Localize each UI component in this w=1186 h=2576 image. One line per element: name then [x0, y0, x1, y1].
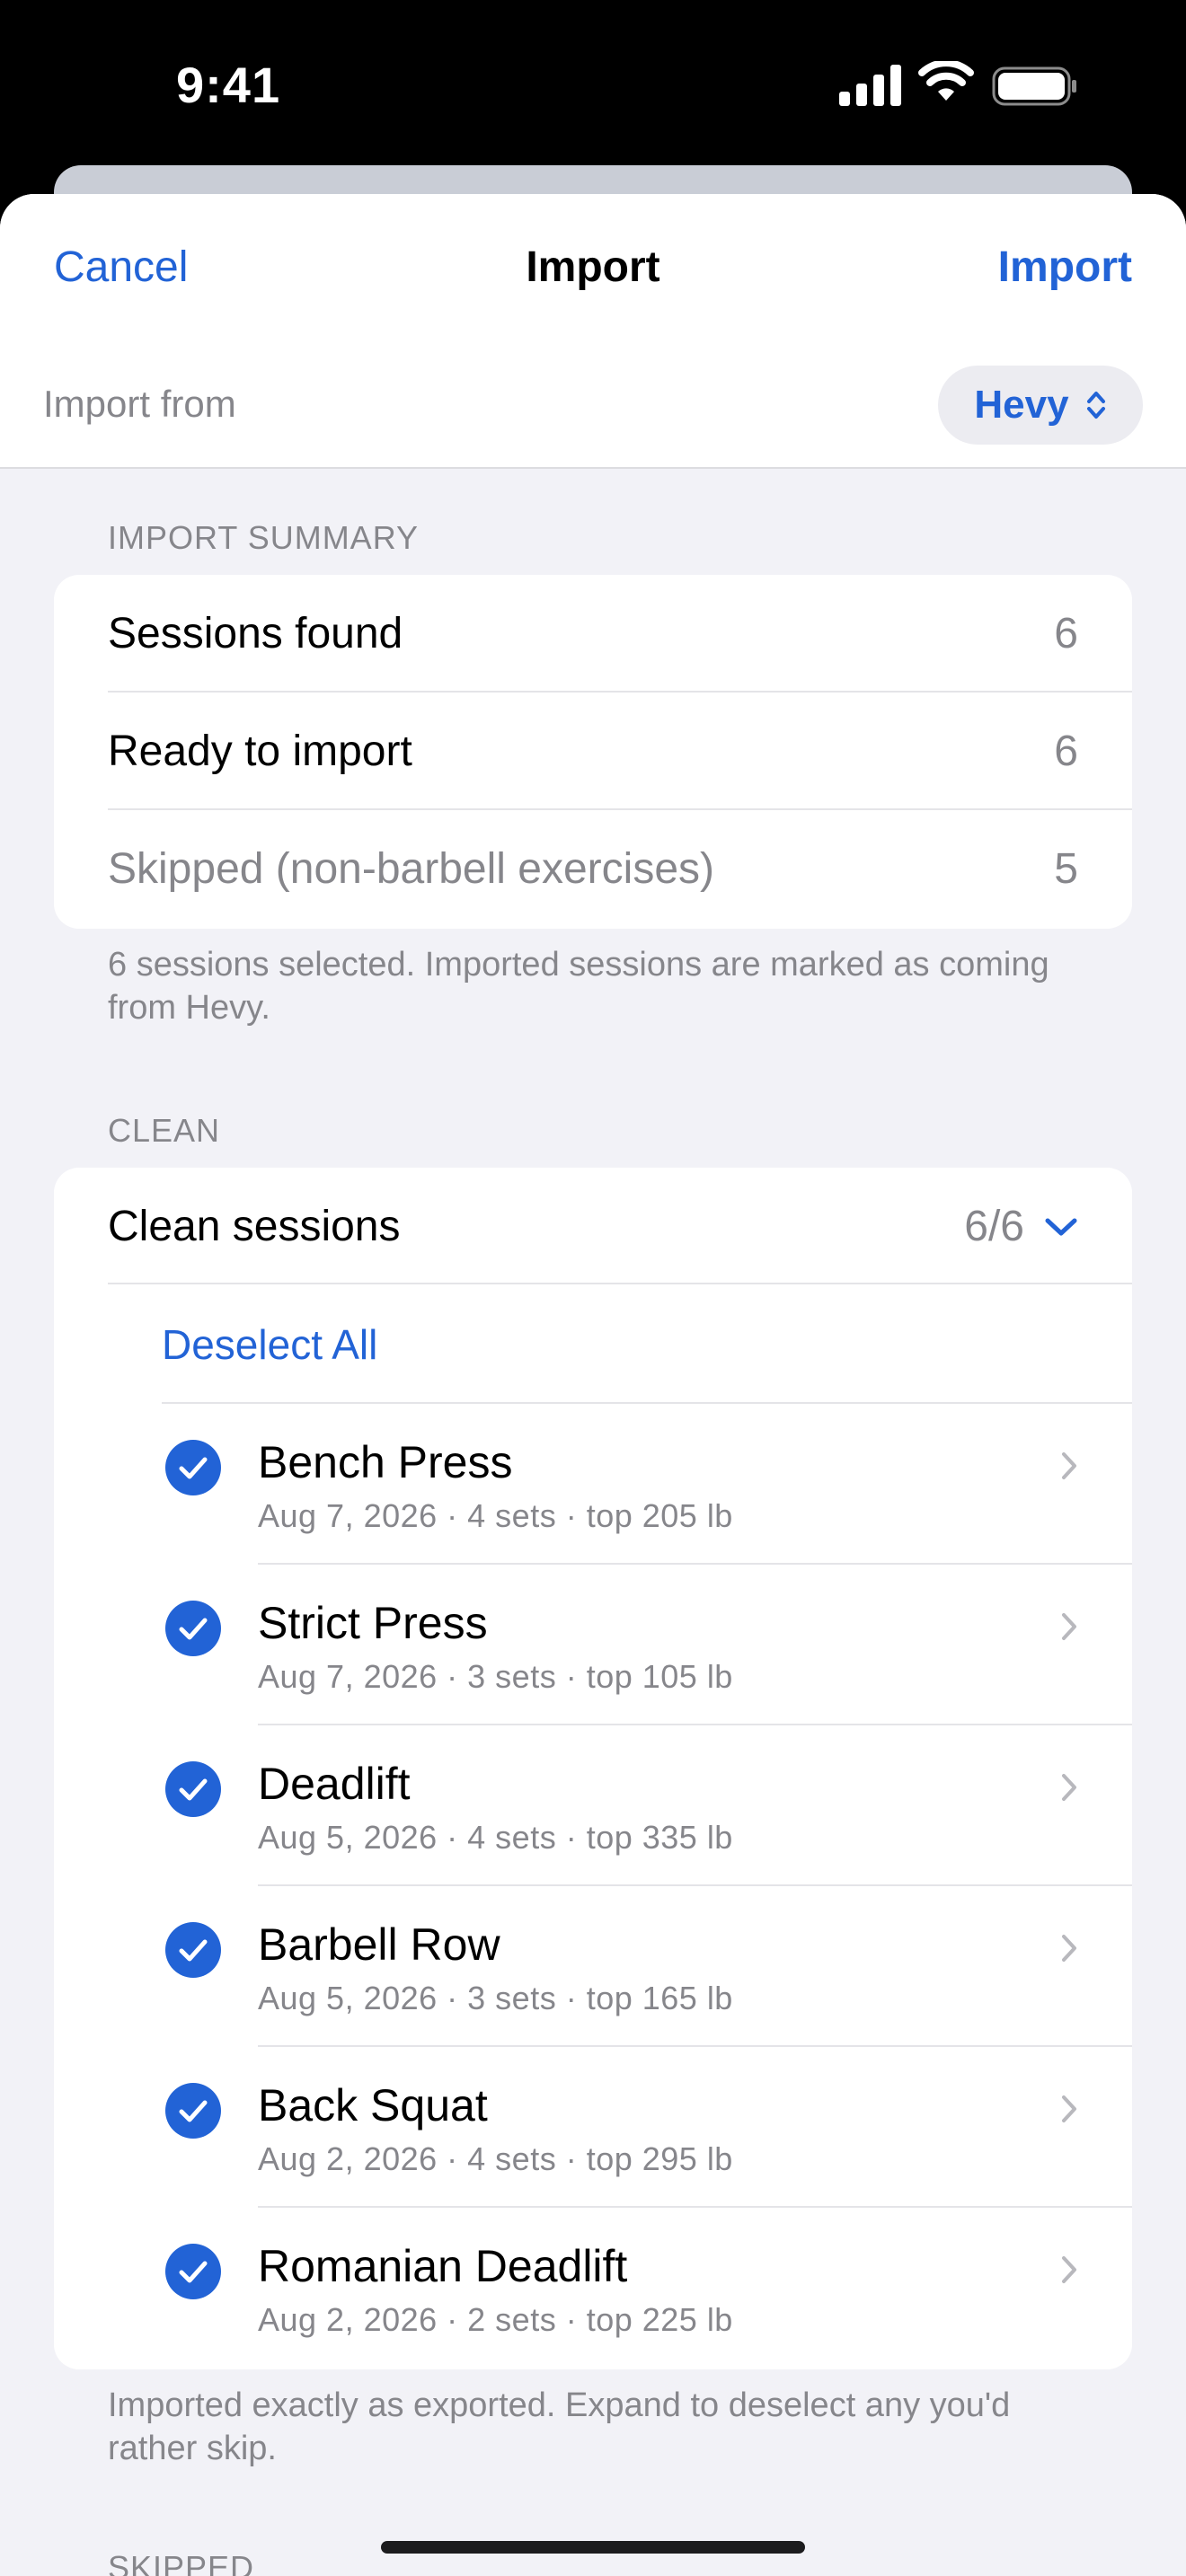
- session-name: Romanian Deadlift: [258, 2241, 628, 2291]
- chevron-down-icon: [1045, 1218, 1077, 1235]
- session-name: Back Squat: [258, 2080, 488, 2130]
- session-name: Deadlift: [258, 1759, 411, 1809]
- clean-footnote: Imported exactly as exported. Expand to …: [108, 2386, 1011, 2467]
- wifi-icon: [918, 61, 974, 101]
- summary-footnote: 6 sessions selected. Imported sessions a…: [108, 946, 1049, 1027]
- import-from-label: Import from: [43, 383, 236, 425]
- cancel-button[interactable]: Cancel: [54, 243, 188, 292]
- checkmark-circle-icon[interactable]: [165, 1922, 221, 1978]
- summary-section-header: IMPORT SUMMARY: [108, 519, 420, 556]
- chevron-right-icon: [1062, 1452, 1076, 1479]
- session-row[interactable]: Bench Press Aug 7, 2026 · 4 sets · top 2…: [54, 1404, 1132, 1565]
- session-row[interactable]: Romanian Deadlift Aug 2, 2026 · 2 sets ·…: [54, 2208, 1132, 2369]
- session-name: Barbell Row: [258, 1919, 500, 1970]
- summary-row-value: 5: [1054, 845, 1078, 893]
- clean-sessions-count: 6/6: [964, 1202, 1078, 1251]
- clean-sessions-toggle[interactable]: Clean sessions 6/6: [108, 1168, 1132, 1284]
- import-button[interactable]: Import: [998, 243, 1132, 292]
- session-row[interactable]: Strict Press Aug 7, 2026 · 3 sets · top …: [54, 1565, 1132, 1725]
- checkmark-circle-icon[interactable]: [165, 1440, 221, 1495]
- clean-group: Clean sessions 6/6 Deselect All Bench Pr…: [54, 1168, 1132, 2369]
- source-picker-value: Hevy: [974, 383, 1069, 427]
- chevron-right-icon: [1062, 2095, 1076, 2122]
- clean-sessions-label: Clean sessions: [108, 1203, 401, 1250]
- chevron-right-icon: [1062, 1613, 1076, 1640]
- summary-row-label: Sessions found: [108, 610, 403, 657]
- session-meta: Aug 5, 2026 · 4 sets · top 335 lb: [258, 1819, 733, 1856]
- clean-section-header: CLEAN: [108, 1112, 221, 1149]
- summary-row-label: Ready to import: [108, 728, 412, 775]
- checkmark-circle-icon[interactable]: [165, 1761, 221, 1817]
- session-meta: Aug 7, 2026 · 4 sets · top 205 lb: [258, 1497, 733, 1534]
- skipped-section-header: SKIPPED: [108, 2549, 255, 2576]
- summary-row-skipped[interactable]: Skipped (non-barbell exercises) 5: [108, 810, 1132, 928]
- session-name: Strict Press: [258, 1598, 488, 1648]
- session-name: Bench Press: [258, 1437, 513, 1487]
- summary-group: Sessions found 6 Ready to import 6 Skipp…: [54, 575, 1132, 929]
- session-meta: Aug 7, 2026 · 3 sets · top 105 lb: [258, 1658, 733, 1695]
- session-meta: Aug 2, 2026 · 4 sets · top 295 lb: [258, 2140, 733, 2177]
- cellular-signal-icon: [839, 65, 901, 106]
- session-row[interactable]: Back Squat Aug 2, 2026 · 4 sets · top 29…: [54, 2047, 1132, 2208]
- checkmark-circle-icon[interactable]: [165, 2244, 221, 2299]
- session-meta: Aug 2, 2026 · 2 sets · top 225 lb: [258, 2301, 733, 2338]
- chevron-right-icon: [1062, 1935, 1076, 1962]
- status-bar: 9:41: [0, 0, 1186, 171]
- summary-row-label: Skipped (non-barbell exercises): [108, 845, 714, 893]
- import-sheet: Cancel Import Import Import from Hevy IM…: [0, 194, 1186, 2576]
- source-picker[interactable]: Hevy: [938, 366, 1143, 445]
- session-row[interactable]: Barbell Row Aug 5, 2026 · 3 sets · top 1…: [54, 1886, 1132, 2047]
- session-meta: Aug 5, 2026 · 3 sets · top 165 lb: [258, 1980, 733, 2016]
- battery-icon: [992, 66, 1076, 106]
- checkmark-circle-icon[interactable]: [165, 2083, 221, 2139]
- deselect-all-row: Deselect All: [162, 1284, 1132, 1404]
- home-indicator[interactable]: [381, 2541, 805, 2554]
- summary-row-value: 6: [1054, 610, 1078, 657]
- summary-row-sessions-found: Sessions found 6: [108, 575, 1132, 693]
- sheet-header: Cancel Import Import Import from Hevy: [0, 194, 1186, 469]
- chevron-up-down-icon: [1086, 392, 1105, 419]
- summary-row-value: 6: [1054, 728, 1078, 775]
- chevron-right-icon: [1062, 1774, 1076, 1801]
- status-time: 9:41: [176, 57, 281, 113]
- deselect-all-button[interactable]: Deselect All: [162, 1320, 377, 1369]
- summary-row-ready: Ready to import 6: [108, 693, 1132, 810]
- clean-count-text: 6/6: [964, 1203, 1024, 1250]
- checkmark-circle-icon[interactable]: [165, 1601, 221, 1656]
- session-row[interactable]: Deadlift Aug 5, 2026 · 4 sets · top 335 …: [54, 1725, 1132, 1886]
- chevron-right-icon: [1062, 2256, 1076, 2283]
